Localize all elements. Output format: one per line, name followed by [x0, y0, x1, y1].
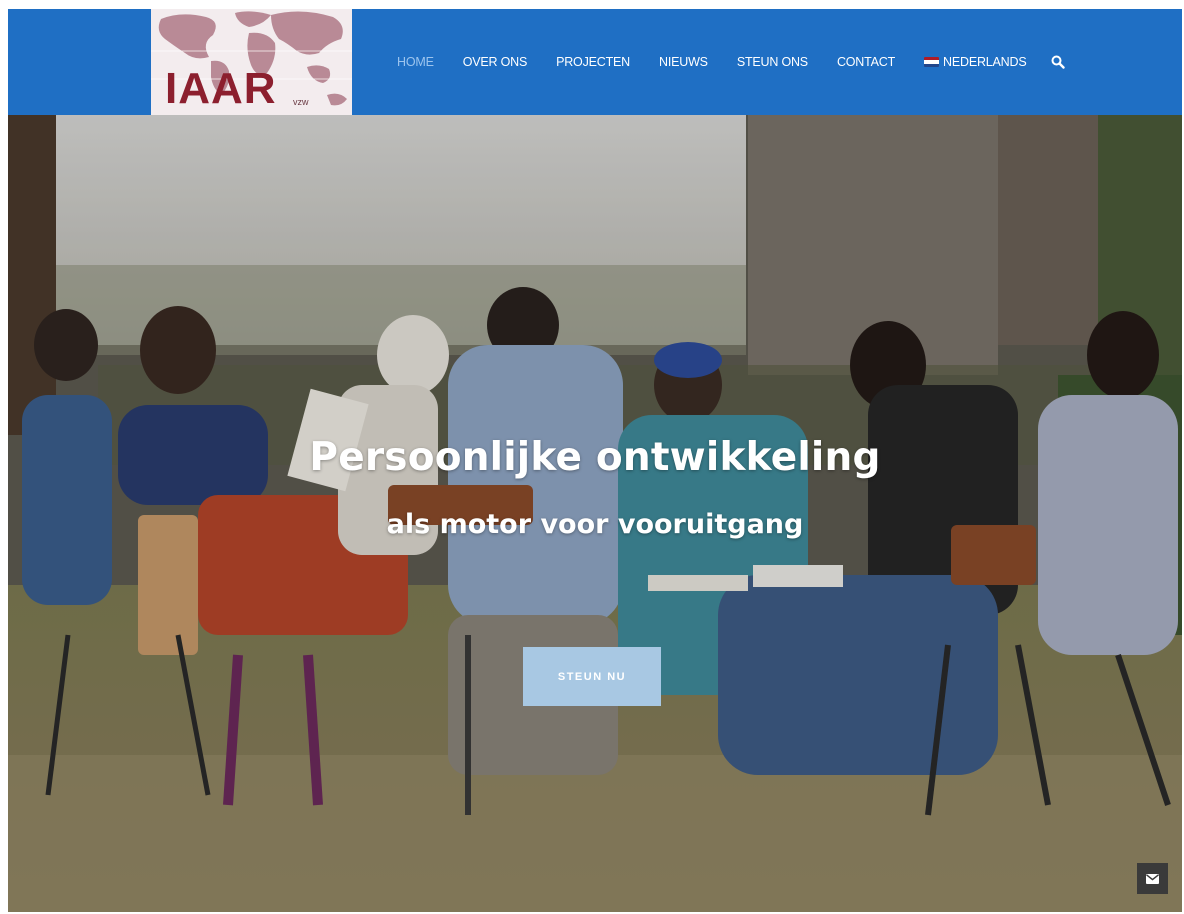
- logo-subtext: vzw: [293, 97, 309, 107]
- search-icon[interactable]: [1051, 55, 1066, 69]
- logo-text: IAAR: [165, 64, 277, 113]
- nav-item-over-ons[interactable]: OVER ONS: [463, 55, 528, 69]
- envelope-icon: [1146, 873, 1159, 884]
- hero-subtitle: als motor voor vooruitgang: [386, 509, 804, 540]
- flag-nl-icon: [924, 57, 940, 67]
- site-logo[interactable]: IAAR vzw: [151, 9, 352, 115]
- hero-title: Persoonlijke ontwikkeling: [309, 435, 881, 480]
- language-label: NEDERLANDS: [943, 55, 1027, 69]
- site-header: IAAR vzw HOME OVER ONS PROJECTEN NIEUWS …: [8, 9, 1182, 115]
- mail-button[interactable]: [1137, 863, 1168, 894]
- nav-item-contact[interactable]: CONTACT: [837, 55, 895, 69]
- language-selector[interactable]: NEDERLANDS: [924, 55, 1027, 69]
- nav-item-home[interactable]: HOME: [397, 55, 434, 69]
- steun-nu-button[interactable]: STEUN NU: [523, 647, 661, 706]
- nav-item-nieuws[interactable]: NIEUWS: [659, 55, 708, 69]
- page-frame: IAAR vzw HOME OVER ONS PROJECTEN NIEUWS …: [8, 9, 1182, 912]
- main-nav: HOME OVER ONS PROJECTEN NIEUWS STEUN ONS…: [397, 9, 1066, 115]
- nav-item-steun-ons[interactable]: STEUN ONS: [737, 55, 808, 69]
- hero-section: Persoonlijke ontwikkeling als motor voor…: [8, 115, 1182, 912]
- nav-item-projecten[interactable]: PROJECTEN: [556, 55, 630, 69]
